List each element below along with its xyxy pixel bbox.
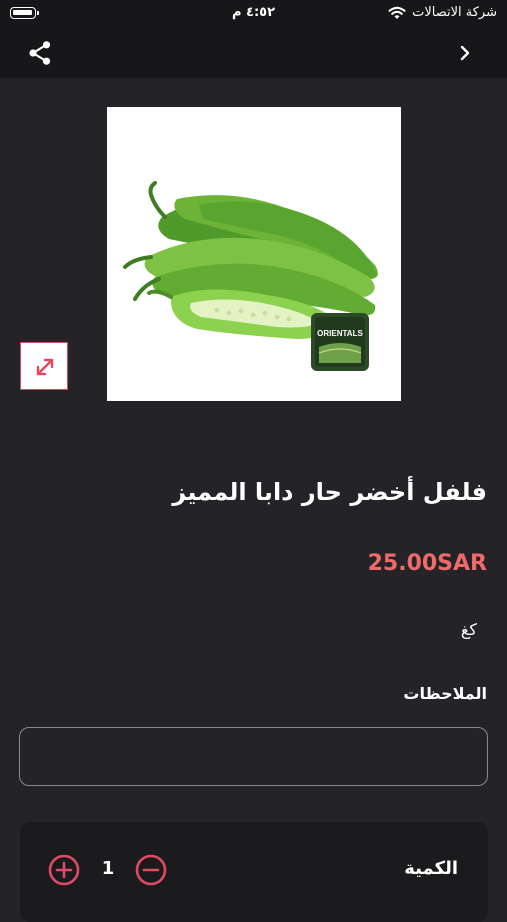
status-bar: ٤:٥٢ م شركة الاتصالات [0, 0, 507, 28]
expand-image-button[interactable] [20, 342, 68, 390]
plus-circle-icon[interactable] [48, 854, 80, 886]
expand-icon [36, 358, 54, 376]
quantity-panel: 1 الكمية [20, 822, 488, 922]
nav-bar [0, 28, 507, 78]
product-title: فلفل أخضر حار دابا المميز [172, 478, 487, 506]
quantity-label: الكمية [404, 858, 458, 879]
share-icon[interactable] [27, 40, 53, 66]
notes-input[interactable] [19, 727, 488, 786]
wifi-icon [388, 6, 406, 19]
notes-label: الملاحظات [403, 684, 487, 703]
product-unit: كغ [460, 620, 477, 639]
minus-circle-icon[interactable] [135, 854, 167, 886]
product-image[interactable]: ORIENTALS [107, 107, 401, 401]
carrier-name: شركة الاتصالات [412, 5, 497, 20]
green-pepper-image: ORIENTALS [123, 181, 378, 371]
chevron-right-icon[interactable] [455, 43, 475, 63]
brand-logo-text: ORIENTALS [317, 329, 363, 338]
quantity-value: 1 [101, 858, 115, 879]
product-price: 25.00SAR [367, 551, 487, 576]
